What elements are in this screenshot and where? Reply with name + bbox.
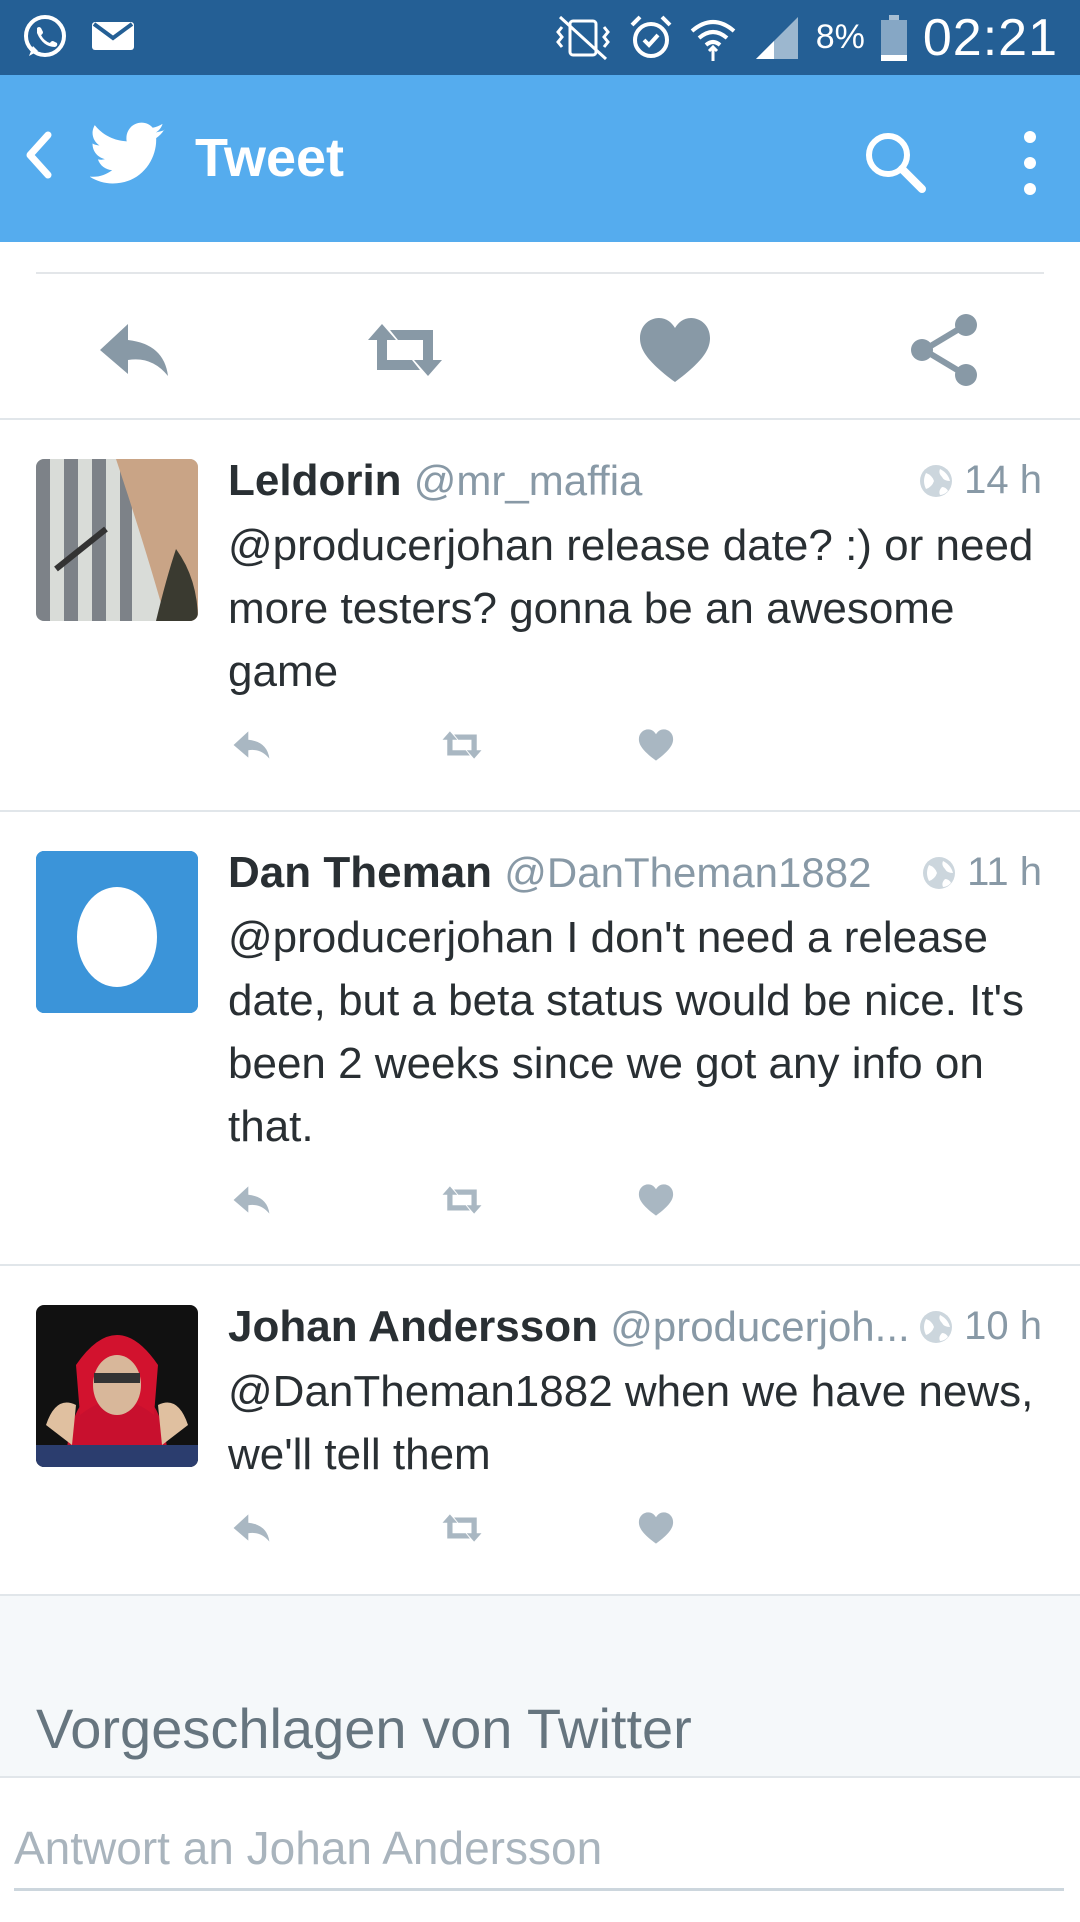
reply-icon[interactable] (228, 725, 276, 765)
suggested-section: Vorgeschlagen von Twitter (0, 1596, 1080, 1776)
avatar[interactable] (36, 1305, 198, 1467)
alarm-icon (630, 15, 672, 58)
avatar[interactable] (36, 459, 198, 621)
reply-tweet[interactable]: Leldorin @mr_maffia 14 h @producerjohan … (0, 420, 1080, 810)
mail-icon (92, 22, 134, 50)
whatsapp-icon (24, 15, 66, 57)
status-bar: 8% 02:21 (0, 0, 1080, 75)
retweet-icon[interactable] (360, 312, 450, 388)
author-handle: @mr_maffia (413, 457, 643, 504)
tweet-author[interactable]: Johan Andersson @producerjoh... (228, 1302, 910, 1352)
egg-avatar-icon (36, 851, 198, 1013)
search-icon[interactable] (860, 127, 930, 197)
tweet-author[interactable]: Dan Theman @DanTheman1882 (228, 848, 871, 898)
reply-icon[interactable] (228, 1180, 276, 1220)
suggested-heading: Vorgeschlagen von Twitter (36, 1697, 692, 1760)
author-name: Dan Theman (228, 848, 493, 897)
divider (36, 272, 1044, 274)
like-icon[interactable] (630, 312, 720, 388)
author-name: Leldorin (228, 456, 402, 505)
reply-tweet[interactable]: Johan Andersson @producerjoh... 10 h @Da… (0, 1266, 1080, 1594)
author-name: Johan Andersson (228, 1302, 598, 1351)
retweet-icon[interactable] (433, 1508, 491, 1548)
more-vert-icon[interactable] (1010, 127, 1050, 199)
like-icon[interactable] (634, 725, 678, 765)
back-icon[interactable] (18, 125, 58, 185)
wifi-icon (690, 19, 736, 61)
globe-icon (920, 464, 953, 497)
author-handle: @producerjoh... (610, 1303, 910, 1350)
tweet-author[interactable]: Leldorin @mr_maffia (228, 456, 642, 506)
twitter-bird-icon (90, 122, 165, 184)
tweet-time: 14 h (918, 458, 1042, 503)
author-handle: @DanTheman1882 (504, 849, 872, 896)
battery-percentage: 8% (815, 18, 865, 56)
app-bar: Tweet (0, 75, 1080, 242)
share-icon[interactable] (900, 312, 990, 388)
avatar-photo (36, 459, 198, 621)
tweet-time: 11 h (921, 850, 1042, 895)
reply-tweet[interactable]: Dan Theman @DanTheman1882 11 h @producer… (0, 812, 1080, 1264)
retweet-icon[interactable] (433, 725, 491, 765)
reply-input[interactable] (14, 1808, 1064, 1891)
avatar-photo (36, 1305, 198, 1467)
clock: 02:21 (922, 8, 1058, 67)
vibrate-icon (555, 15, 610, 60)
page-title: Tweet (195, 128, 345, 188)
reply-icon[interactable] (90, 312, 180, 388)
signal-icon (755, 16, 798, 59)
reply-icon[interactable] (228, 1508, 276, 1548)
globe-icon (920, 1310, 953, 1343)
tweet-time: 10 h (918, 1304, 1042, 1349)
like-icon[interactable] (634, 1180, 678, 1220)
tweet-text: @DanTheman1882 when we have news, we'll … (228, 1367, 1034, 1479)
tweet-action-bar (0, 282, 1080, 418)
globe-icon (923, 856, 956, 889)
reply-composer (0, 1776, 1080, 1922)
battery-icon (880, 14, 907, 61)
retweet-icon[interactable] (433, 1180, 491, 1220)
tweet-text: @producerjohan release date? :) or need … (228, 521, 1034, 696)
tweet-text: @producerjohan I don't need a release da… (228, 913, 1025, 1151)
like-icon[interactable] (634, 1508, 678, 1548)
avatar[interactable] (36, 851, 198, 1013)
